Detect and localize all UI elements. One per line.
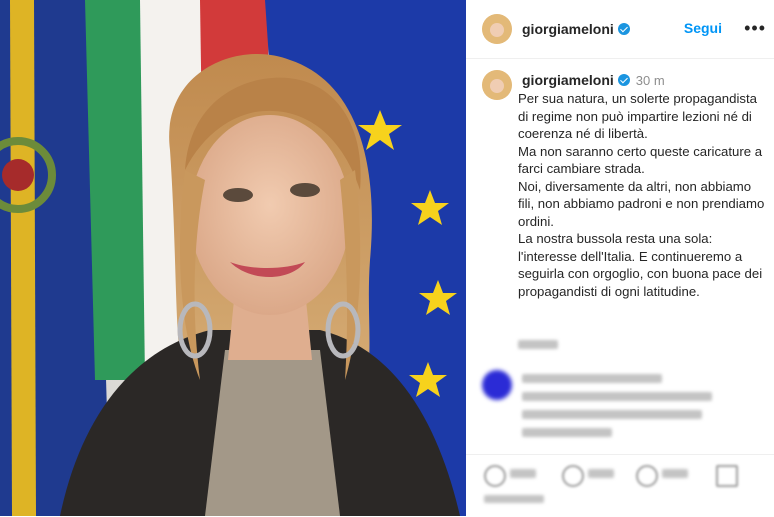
post-photo[interactable]	[0, 0, 466, 516]
like-icon[interactable]	[484, 465, 506, 487]
blurred-date	[484, 495, 544, 503]
post-time[interactable]: 30 m	[636, 73, 665, 88]
verified-badge-icon	[617, 23, 630, 36]
caption-avatar[interactable]	[482, 70, 512, 100]
blurred-comment-count	[588, 469, 614, 478]
caption-line: La nostra bussola resta una sola: l'inte…	[518, 231, 763, 299]
avatar[interactable]	[482, 14, 512, 44]
post-actions	[466, 454, 774, 517]
blurred-like-count	[510, 469, 536, 478]
post-header: giorgiameloni Segui •••	[466, 0, 774, 59]
caption-line: Per sua natura, un solerte propagandista…	[518, 91, 757, 141]
blurred-comment-text	[522, 428, 612, 437]
more-options-icon[interactable]: •••	[744, 18, 766, 39]
blurred-share-count	[662, 469, 688, 478]
comment-icon[interactable]	[562, 465, 584, 487]
header-username[interactable]: giorgiameloni	[522, 21, 630, 37]
blurred-comment-text	[522, 374, 662, 383]
post-side-panel: giorgiameloni Segui ••• giorgiameloni 30 …	[466, 0, 774, 516]
verified-badge-icon	[617, 74, 630, 87]
blurred-comment-avatar	[482, 370, 512, 400]
caption-username[interactable]: giorgiameloni	[522, 72, 614, 88]
blurred-comment-text	[522, 410, 702, 419]
caption-author: giorgiameloni 30 m	[522, 72, 665, 88]
post-image-selfie	[0, 0, 466, 516]
blurred-comment-text	[522, 392, 712, 401]
blurred-link	[518, 340, 558, 349]
caption-line: Noi, diversamente da altri, non abbiamo …	[518, 178, 765, 229]
share-icon[interactable]	[636, 465, 658, 487]
save-icon[interactable]	[716, 465, 738, 487]
follow-button[interactable]: Segui	[684, 20, 722, 36]
caption-line: Ma non saranno certo queste caricature a…	[518, 143, 763, 177]
header-username-text[interactable]: giorgiameloni	[522, 21, 614, 37]
post-caption: Per sua natura, un solerte propagandista…	[518, 90, 766, 300]
